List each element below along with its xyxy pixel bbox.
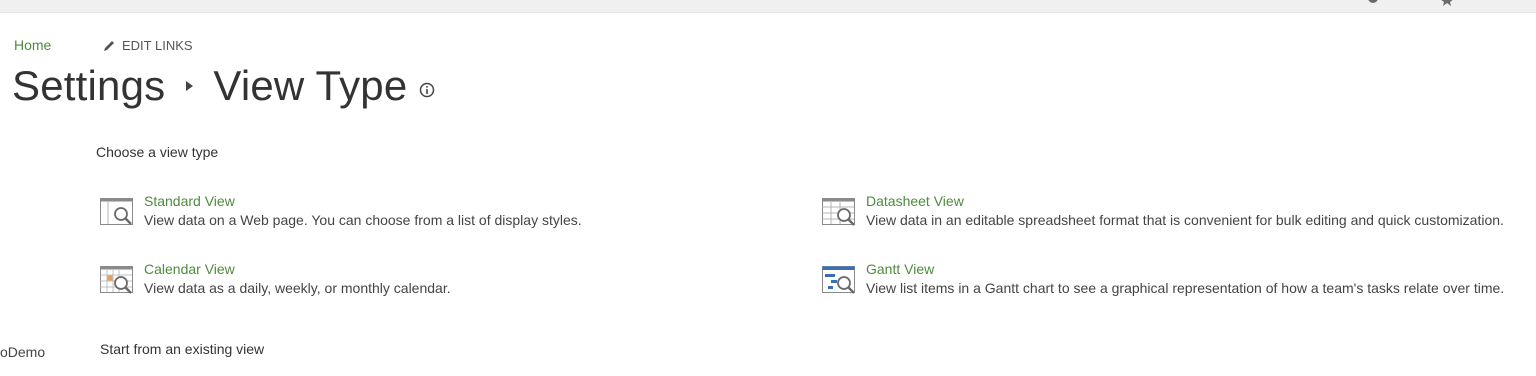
standard-view-link[interactable]: Standard View xyxy=(144,193,235,209)
edit-links-label: EDIT LINKS xyxy=(122,38,193,53)
calendar-view-option[interactable]: Calendar View View data as a daily, week… xyxy=(100,261,620,301)
existing-view-heading: Start from an existing view xyxy=(100,341,265,357)
datasheet-view-option[interactable]: Datasheet View View data in an editable … xyxy=(822,193,1534,233)
choose-view-type-heading: Choose a view type xyxy=(96,144,219,160)
calendar-view-description: View data as a daily, weekly, or monthly… xyxy=(144,280,451,296)
sidebar-partial-label[interactable]: oDemo xyxy=(0,344,45,360)
info-icon[interactable] xyxy=(419,82,435,98)
page-title: Settings View Type xyxy=(12,60,435,112)
pencil-icon xyxy=(104,40,114,51)
datasheet-view-description: View data in an editable spreadsheet for… xyxy=(866,212,1504,228)
standard-view-option[interactable]: Standard View View data on a Web page. Y… xyxy=(100,193,620,233)
gantt-view-link[interactable]: Gantt View xyxy=(866,261,934,277)
datasheet-view-link[interactable]: Datasheet View xyxy=(866,193,964,209)
calendar-view-link[interactable]: Calendar View xyxy=(144,261,235,277)
page-title-settings: Settings xyxy=(12,62,166,109)
home-link[interactable]: Home xyxy=(14,37,51,53)
gantt-view-option[interactable]: Gantt View View list items in a Gantt ch… xyxy=(822,261,1534,301)
star-icon[interactable] xyxy=(1440,0,1454,6)
calendar-view-icon xyxy=(100,266,133,294)
standard-view-description: View data on a Web page. You can choose … xyxy=(144,212,582,228)
gantt-view-description: View list items in a Gantt chart to see … xyxy=(866,280,1505,296)
edit-links-button[interactable]: EDIT LINKS xyxy=(102,38,193,53)
page-title-view-type: View Type xyxy=(213,62,408,109)
gantt-view-icon xyxy=(822,266,855,294)
standard-view-icon xyxy=(100,198,133,225)
datasheet-view-icon xyxy=(822,198,855,226)
breadcrumb-arrow-icon xyxy=(186,81,194,91)
browser-top-strip xyxy=(0,0,1536,13)
settings-icon[interactable] xyxy=(1366,0,1380,6)
